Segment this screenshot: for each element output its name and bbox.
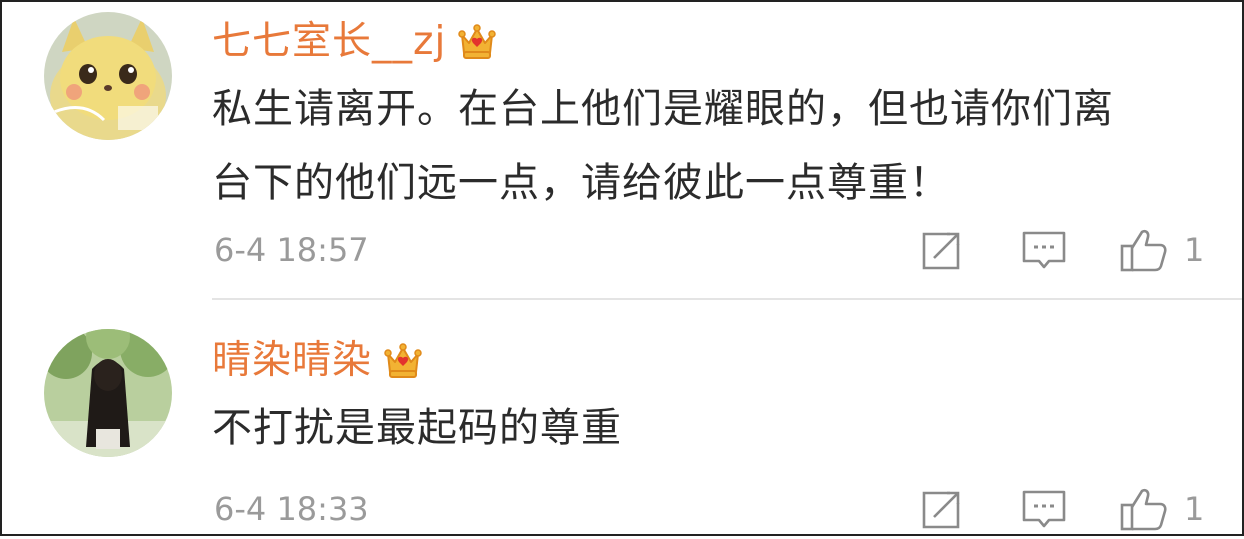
- reply-icon[interactable]: [1018, 224, 1070, 276]
- share-icon[interactable]: [916, 224, 968, 276]
- avatar[interactable]: [44, 12, 172, 140]
- share-icon[interactable]: [916, 483, 968, 535]
- username-link[interactable]: 晴染晴染: [212, 333, 372, 389]
- comment-header: 七七室长__zj: [212, 14, 498, 70]
- comment-item: 七七室长__zj 私生请离开。在台上他们是耀眼的，但也请你们离 台下的他们远一点…: [2, 2, 1242, 299]
- comment-header: 晴染晴染: [212, 333, 424, 389]
- crown-icon: [456, 21, 498, 63]
- crown-icon: [382, 340, 424, 382]
- comment-text-line: 不打扰是最起码的尊重: [212, 405, 622, 451]
- comment-footer: 6-4 18:33 1: [212, 479, 1205, 539]
- comment-item: 晴染晴染 不打扰是最起码的尊重 6-4 18:33 1: [2, 299, 1242, 536]
- comment-text: 不打扰是最起码的尊重: [212, 391, 1212, 465]
- like-count: 1: [1184, 231, 1205, 269]
- like-count: 1: [1184, 490, 1205, 528]
- timestamp: 6-4 18:33: [214, 490, 369, 528]
- comment-list: 七七室长__zj 私生请离开。在台上他们是耀眼的，但也请你们离 台下的他们远一点…: [0, 0, 1244, 536]
- avatar[interactable]: [44, 329, 172, 457]
- comment-footer: 6-4 18:57 1: [212, 220, 1205, 280]
- comment-text-line: 台下的他们远一点，请给彼此一点尊重！: [212, 160, 950, 206]
- comment-text-line: 私生请离开。在台上他们是耀眼的，但也请你们离: [212, 86, 1114, 132]
- like-icon[interactable]: [1118, 224, 1170, 276]
- reply-icon[interactable]: [1018, 483, 1070, 535]
- username-link[interactable]: 七七室长__zj: [212, 14, 446, 70]
- timestamp: 6-4 18:57: [214, 231, 369, 269]
- like-icon[interactable]: [1118, 483, 1170, 535]
- comment-text: 私生请离开。在台上他们是耀眼的，但也请你们离 台下的他们远一点，请给彼此一点尊重…: [212, 72, 1212, 220]
